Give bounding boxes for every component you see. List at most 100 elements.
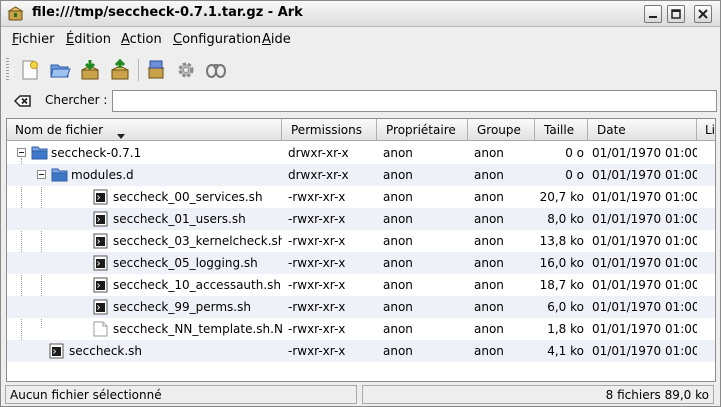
column-header-label: Propriétaire [386, 123, 456, 137]
table-row[interactable]: seccheck-0.7.1 drwxr-xr-x anon anon 0 o 01/01… [7, 142, 715, 164]
cell-date: 01/01/1970 01:00 [592, 168, 697, 182]
table-row[interactable]: seccheck_05_logging.sh -rwxr-xr-x anon anon… [7, 252, 715, 274]
cell-owner: anon [383, 234, 413, 248]
column-header-link[interactable]: Li [698, 119, 715, 141]
cell-filename: seccheck_03_kernelcheck.sh [113, 234, 282, 248]
column-header-label: Permissions [291, 123, 362, 137]
minimize-button[interactable] [644, 5, 662, 23]
cell-owner: anon [383, 146, 413, 160]
table-row[interactable]: seccheck_00_services.sh -rwxr-xr-x anon ano… [7, 186, 715, 208]
column-header-label: Taille [544, 123, 575, 137]
settings-icon[interactable] [173, 57, 199, 83]
search-bar: Chercher : [1, 87, 720, 115]
shell-script-icon [93, 233, 108, 252]
cell-date: 01/01/1970 01:00 [592, 322, 697, 336]
cell-filename: seccheck_10_accessauth.sh [113, 278, 282, 292]
cell-size: 6,0 ko [547, 300, 584, 314]
ark-icon[interactable] [7, 5, 24, 22]
cell-permissions: -rwxr-xr-x [288, 190, 346, 204]
new-archive-icon[interactable] [17, 57, 43, 83]
add-files-icon[interactable] [107, 57, 133, 83]
find-icon[interactable] [203, 57, 229, 83]
cell-filename: seccheck-0.7.1 [51, 146, 142, 160]
cell-date: 01/01/1970 01:00 [592, 344, 697, 358]
cell-date: 01/01/1970 01:00 [592, 190, 697, 204]
search-label: Chercher : [45, 93, 108, 107]
open-archive-icon[interactable] [47, 57, 73, 83]
cell-owner: anon [383, 344, 413, 358]
cell-date: 01/01/1970 01:00 [592, 300, 697, 314]
shell-script-icon [93, 277, 108, 296]
archive-file-list[interactable]: Nom de fichier Permissions Propriétaire … [6, 118, 716, 382]
column-header-filename[interactable]: Nom de fichier [7, 119, 282, 141]
menu-configuration[interactable]: Configuration [173, 32, 261, 47]
cell-filename: seccheck_NN_template.sh.NOT [113, 322, 282, 336]
column-header-date[interactable]: Date [589, 119, 697, 141]
table-row[interactable]: seccheck.sh -rwxr-xr-x anon anon 4,1 ko 01/01… [7, 340, 715, 362]
cell-date: 01/01/1970 01:00 [592, 256, 697, 270]
clear-search-icon[interactable] [13, 95, 31, 110]
column-header-permissions[interactable]: Permissions [283, 119, 377, 141]
folder-icon [31, 145, 48, 163]
cell-group: anon [474, 190, 504, 204]
toolbar-separator [138, 59, 139, 81]
cell-filename: modules.d [71, 168, 134, 182]
cell-size: 4,1 ko [547, 344, 584, 358]
window-title: file:///tmp/seccheck-0.7.1.tar.gz - Ark [32, 5, 303, 20]
column-header-size[interactable]: Taille [536, 119, 588, 141]
cell-group: anon [474, 278, 504, 292]
cell-size: 20,7 ko [539, 190, 584, 204]
search-input[interactable] [112, 90, 717, 112]
extract-icon[interactable] [77, 57, 103, 83]
cell-size: 13,8 ko [539, 234, 584, 248]
cell-size: 18,7 ko [539, 278, 584, 292]
selection-status: Aucun fichier sélectionné [5, 385, 357, 404]
cell-group: anon [474, 344, 504, 358]
table-row[interactable]: seccheck_99_perms.sh -rwxr-xr-x anon anon 6,… [7, 296, 715, 318]
sort-descending-icon [117, 128, 125, 141]
menu-bar: Fichier Édition Action Configuration Aid… [1, 28, 720, 52]
toolbar-grip[interactable] [6, 58, 9, 82]
cell-size: 8,0 ko [547, 212, 584, 226]
cell-size: 0 o [565, 168, 584, 182]
cell-permissions: drwxr-xr-x [288, 168, 349, 182]
cell-owner: anon [383, 322, 413, 336]
cell-permissions: -rwxr-xr-x [288, 322, 346, 336]
shell-script-icon [93, 211, 108, 230]
menu-fichier[interactable]: Fichier [12, 32, 55, 47]
table-row[interactable]: seccheck_10_accessauth.sh -rwxr-xr-x anon a… [7, 274, 715, 296]
ark-window: file:///tmp/seccheck-0.7.1.tar.gz - Ark … [0, 0, 721, 407]
column-header-group[interactable]: Groupe [469, 119, 535, 141]
menu-aide[interactable]: Aide [262, 32, 291, 47]
cell-owner: anon [383, 256, 413, 270]
shell-script-icon [93, 255, 108, 274]
cell-group: anon [474, 322, 504, 336]
maximize-button[interactable] [667, 5, 685, 23]
title-bar[interactable]: file:///tmp/seccheck-0.7.1.tar.gz - Ark [1, 1, 720, 27]
column-header-owner[interactable]: Propriétaire [378, 119, 468, 141]
cell-group: anon [474, 168, 504, 182]
cell-group: anon [474, 300, 504, 314]
cell-date: 01/01/1970 01:00 [592, 278, 697, 292]
cell-filename: seccheck_99_perms.sh [113, 300, 251, 314]
cell-filename: seccheck_05_logging.sh [113, 256, 258, 270]
column-header-label: Li [705, 123, 715, 137]
close-button[interactable] [694, 5, 712, 23]
cell-group: anon [474, 212, 504, 226]
view-icon[interactable] [143, 57, 169, 83]
cell-permissions: -rwxr-xr-x [288, 300, 346, 314]
table-row[interactable]: seccheck_NN_template.sh.NOT -rwxr-xr-x ano… [7, 318, 715, 340]
cell-filename: seccheck.sh [69, 344, 143, 358]
menu-edition[interactable]: Édition [66, 32, 111, 47]
cell-group: anon [474, 234, 504, 248]
shell-script-icon [93, 189, 108, 208]
collapse-toggle-icon[interactable] [17, 148, 26, 157]
cell-size: 0 o [565, 146, 584, 160]
status-bar: Aucun fichier sélectionné 8 fichiers 89,… [1, 384, 720, 406]
table-row[interactable]: seccheck_03_kernelcheck.sh -rwxr-xr-x anon… [7, 230, 715, 252]
menu-action[interactable]: Action [121, 32, 162, 47]
table-row[interactable]: modules.d drwxr-xr-x anon anon 0 o 01/01/1970… [7, 164, 715, 186]
collapse-toggle-icon[interactable] [37, 170, 46, 179]
cell-group: anon [474, 256, 504, 270]
table-row[interactable]: seccheck_01_users.sh -rwxr-xr-x anon anon 8,… [7, 208, 715, 230]
